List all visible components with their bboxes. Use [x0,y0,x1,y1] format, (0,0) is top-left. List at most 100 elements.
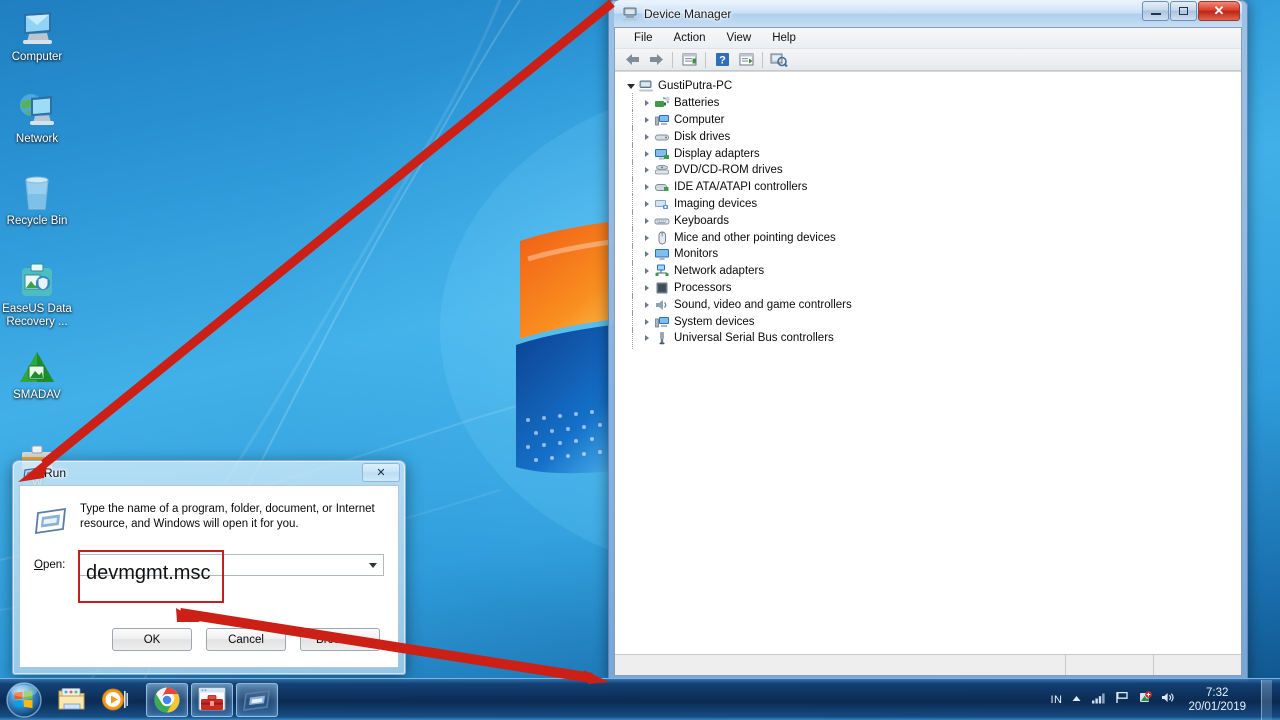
keyboard-icon [654,218,670,225]
tree-item-monitors[interactable]: Monitors [623,243,1241,265]
expander-icon[interactable] [641,333,652,344]
device-manager-client-area: File Action View Help ? GustiPutra-PC Ba… [614,27,1242,676]
tree-item-disk-drives[interactable]: Disk drives [623,126,1241,147]
taskbar-windows-explorer[interactable] [52,683,92,717]
taskbar-run-dialog[interactable] [236,682,278,717]
computer-node-icon [639,80,653,92]
tree-item-system-devices[interactable]: System devices [623,311,1241,332]
help-icon[interactable]: ? [711,50,733,70]
forward-icon[interactable] [645,50,667,70]
tree-item-computer[interactable]: Computer [623,109,1241,131]
menu-item-view[interactable]: View [718,30,761,46]
run-close-button[interactable]: ✕ [362,463,400,482]
system-tray[interactable]: IN 7:32 20/01/2019 [1050,679,1280,720]
device-manager-title-bar[interactable]: Device Manager ✕ [614,0,1242,27]
desktop-icon-recycle-bin[interactable]: Recycle Bin [0,170,74,228]
tree-item-label: Monitors [674,248,719,261]
menu-item-action[interactable]: Action [665,30,715,46]
tree-item-usb-controllers[interactable]: Universal Serial Bus controllers [623,327,1241,349]
tree-item-display-adapters[interactable]: Display adapters [623,143,1241,164]
tree-item-network-adapters[interactable]: Network adapters [623,260,1241,282]
expander-icon[interactable] [641,299,652,310]
show-hidden-icons-arrow[interactable] [1071,691,1082,709]
window-controls[interactable]: ✕ [1142,1,1240,21]
show-desktop-button[interactable] [1261,679,1272,720]
run-open-label: Open: [34,559,66,571]
menu-item-file[interactable]: File [625,30,662,46]
scan-hardware-icon[interactable] [768,50,790,70]
chevron-down-icon[interactable] [369,563,377,568]
tree-item-label: Sound, video and game controllers [674,298,852,311]
tree-item-imaging-devices[interactable]: Imaging devices [623,193,1241,215]
window-title: Device Manager [644,6,732,21]
tree-item-sound-controllers[interactable]: Sound, video and game controllers [623,294,1241,315]
action-center-flag-icon[interactable] [1115,691,1129,709]
tree-item-label: System devices [674,315,755,328]
easeus-icon [0,258,74,300]
minimize-button[interactable] [1142,1,1169,21]
expander-icon[interactable] [641,266,652,277]
back-icon[interactable] [621,50,643,70]
tree-item-label: Batteries [674,97,720,110]
cancel-button[interactable]: Cancel [206,628,286,651]
expander-icon[interactable] [641,98,652,109]
taskbar[interactable]: IN 7:32 20/01/2019 [0,678,1280,720]
expander-icon[interactable] [641,316,652,327]
tree-item-batteries[interactable]: Batteries [623,92,1241,114]
tree-root-node[interactable]: GustiPutra-PC [623,78,1241,95]
tree-item-processors[interactable]: Processors [623,277,1241,299]
taskbar-google-chrome[interactable] [146,682,188,717]
desktop-icon-computer[interactable]: Computer [0,6,74,64]
maximize-button[interactable] [1170,1,1197,21]
display-adapter-icon [655,148,669,160]
taskbar-windows-media-player[interactable] [95,683,135,717]
close-button[interactable]: ✕ [1198,1,1240,21]
tree-item-label: Processors [674,281,732,294]
expander-icon[interactable] [641,198,652,209]
expander-icon[interactable] [641,131,652,142]
run-title-bar[interactable]: Run ✕ [13,461,405,485]
expander-icon[interactable] [641,249,652,260]
expander-icon[interactable] [641,148,652,159]
tree-item-keyboards[interactable]: Keyboards [623,210,1241,231]
taskbar-items[interactable] [52,682,278,717]
desktop-icon-network[interactable]: Network [0,88,74,146]
toolbar-separator [705,51,706,68]
desktop-icon-smadav[interactable]: SMADAV [0,344,74,402]
device-manager-window[interactable]: Device Manager ✕ File Action View Help ?… [608,0,1248,682]
tree-item-ide-controllers[interactable]: IDE ATA/ATAPI controllers [623,176,1241,198]
expander-icon[interactable] [641,215,652,226]
expander-icon[interactable] [641,182,652,193]
volume-icon[interactable] [1161,691,1175,709]
desktop-icon-easeus[interactable]: EaseUS Data Recovery ... [0,258,74,328]
tree-item-dvd-drives[interactable]: DVD/CD-ROM drives [623,160,1241,181]
expander-icon[interactable] [641,114,652,125]
tree-item-label: Network adapters [674,265,765,278]
expander-icon[interactable] [641,232,652,243]
ok-button[interactable]: OK [112,628,192,651]
toolbar[interactable]: ? [615,49,1241,71]
menu-bar[interactable]: File Action View Help [615,28,1241,49]
language-indicator[interactable]: IN [1050,694,1062,706]
menu-item-help[interactable]: Help [763,30,805,46]
expander-icon[interactable] [641,282,652,293]
properties-icon[interactable] [678,50,700,70]
browse-button[interactable]: Browse... [300,628,380,651]
start-button[interactable] [2,680,46,720]
expander-icon[interactable] [625,81,636,92]
status-segment-3 [1154,655,1241,675]
toolbar-separator [672,51,673,68]
taskbar-toolbox-app[interactable] [191,682,233,717]
show-hidden-icon[interactable] [735,50,757,70]
run-buttons[interactable]: OK Cancel Browse... [20,628,398,667]
clock[interactable]: 7:32 20/01/2019 [1188,686,1246,714]
tree-item-label: Imaging devices [674,197,758,210]
tree-item-label: Disk drives [674,130,731,143]
network-signal-icon[interactable] [1091,691,1106,709]
antivirus-icon[interactable] [1138,690,1153,709]
computer-icon [655,114,669,126]
expander-icon[interactable] [641,165,652,176]
tree-node-label: GustiPutra-PC [658,80,733,93]
tree-item-mice[interactable]: Mice and other pointing devices [623,227,1241,248]
device-tree[interactable]: GustiPutra-PC Batteries Computer Disk dr… [615,71,1241,654]
